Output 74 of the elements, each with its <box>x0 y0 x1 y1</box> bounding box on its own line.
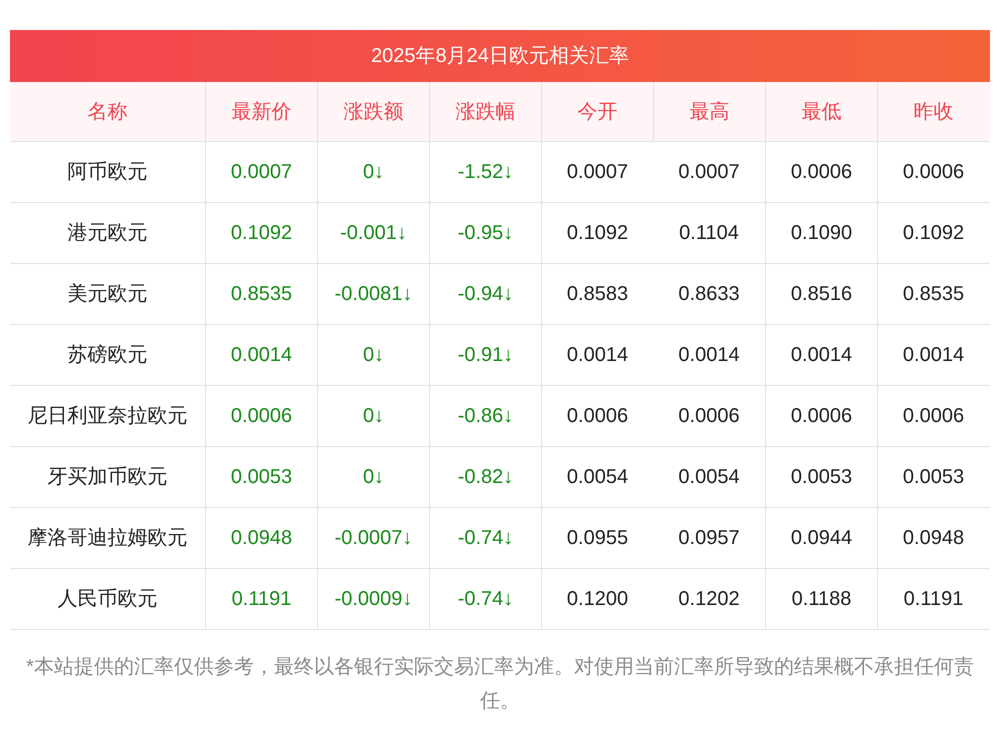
table-cell: 0↓ <box>317 142 429 202</box>
table-cell-text: 阿币欧元 <box>66 160 148 185</box>
table-cell: 0.0955 <box>541 508 653 568</box>
table-cell: 0↓ <box>317 386 429 446</box>
table-cell-text: 0.1104 <box>678 221 740 246</box>
disclaimer-text: *本站提供的汇率仅供参考，最终以各银行实际交易汇率为准。对使用当前汇率所导致的结果概不承担任何责任。 <box>25 655 975 714</box>
table-cell-text: 牙买加币欧元 <box>46 465 168 490</box>
table-cell: -0.91↓ <box>429 325 541 385</box>
table-cell: 0.1200 <box>541 569 653 629</box>
column-header: 涨跌额 <box>317 82 429 141</box>
table-cell: 0.0014 <box>765 325 877 385</box>
table-cell: 0.0014 <box>205 325 317 385</box>
table-cell-text: 尼日利亚奈拉欧元 <box>26 404 188 429</box>
table-cell: 0.1092 <box>877 203 989 263</box>
table-cell: 0.0014 <box>541 325 653 385</box>
table-cell: -0.95↓ <box>429 203 541 263</box>
table-cell-text: 0.0014 <box>677 343 741 368</box>
table-cell: -0.74↓ <box>429 569 541 629</box>
table-cell: -0.86↓ <box>429 386 541 446</box>
table-cell: -1.52↓ <box>429 142 541 202</box>
table-cell: 0.1090 <box>765 203 877 263</box>
column-header: 最新价 <box>205 82 317 141</box>
table-cell: -0.0081↓ <box>317 264 429 324</box>
table-cell: -0.74↓ <box>429 508 541 568</box>
table-cell-text: 0.1202 <box>677 587 741 612</box>
table-cell: -0.82↓ <box>429 447 541 507</box>
table-cell-text: 美元欧元 <box>66 282 148 307</box>
table-cell: 0.0053 <box>765 447 877 507</box>
table-cell: 0.0006 <box>877 142 989 202</box>
table-cell: 0↓ <box>317 447 429 507</box>
table-cell-text: 0.0006 <box>677 404 741 429</box>
table-cell: 0.1188 <box>765 569 877 629</box>
table-cell: 0.0006 <box>765 386 877 446</box>
table-cell: 0.0948 <box>205 508 317 568</box>
table-cell-text: 0.0054 <box>677 465 741 490</box>
column-header: 最高 <box>653 82 765 141</box>
table-cell: -0.94↓ <box>429 264 541 324</box>
column-header: 今开 <box>541 82 653 141</box>
table-cell: 0.1191 <box>877 569 989 629</box>
table-cell: 0.0007 <box>205 142 317 202</box>
table-cell-text: 0.0007 <box>677 160 741 185</box>
table-cell: 0.0006 <box>541 386 653 446</box>
table-cell: 0.0006 <box>765 142 877 202</box>
column-header: 昨收 <box>877 82 989 141</box>
table-cell: 0.0006 <box>877 386 989 446</box>
table-cell-text: 摩洛哥迪拉姆欧元 <box>26 526 188 551</box>
column-header: 最低 <box>765 82 877 141</box>
table-cell: 0.8583 <box>541 264 653 324</box>
table-cell: 0.0053 <box>205 447 317 507</box>
table-cell: 0.8535 <box>205 264 317 324</box>
table-cell: 0.1191 <box>205 569 317 629</box>
table-cell: 0.0053 <box>877 447 989 507</box>
table-cell: -0.0009↓ <box>317 569 429 629</box>
table-cell: 0.0944 <box>765 508 877 568</box>
table-cell: 0.0006 <box>205 386 317 446</box>
table-cell-text: 人民币欧元 <box>56 587 158 612</box>
table-cell-text: 港元欧元 <box>66 221 148 246</box>
table-cell: 0.0948 <box>877 508 989 568</box>
column-header: 名称 <box>86 100 128 124</box>
table-cell: 0.8516 <box>765 264 877 324</box>
table-cell: 0↓ <box>317 325 429 385</box>
table-cell: 0.0014 <box>877 325 989 385</box>
table-cell: 0.1092 <box>205 203 317 263</box>
table-cell-text: 0.8633 <box>677 282 741 307</box>
table-cell: 0.0054 <box>541 447 653 507</box>
column-header: 涨跌幅 <box>429 82 541 141</box>
table-cell: 0.8535 <box>877 264 989 324</box>
table-cell-text: 苏磅欧元 <box>66 343 148 368</box>
table-cell: 0.1092 <box>541 203 653 263</box>
table-cell: 0.0007 <box>541 142 653 202</box>
table-cell: -0.001↓ <box>317 203 429 263</box>
table-cell-text: 0.0957 <box>677 526 741 551</box>
table-cell: -0.0007↓ <box>317 508 429 568</box>
title-bar: 2025年8月24日欧元相关汇率 <box>10 30 990 82</box>
